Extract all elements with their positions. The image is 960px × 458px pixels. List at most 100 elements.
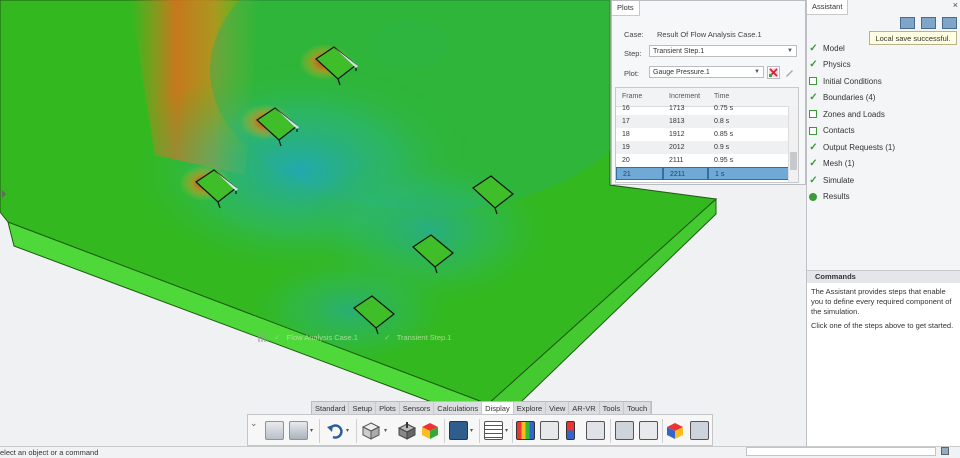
- step-label: Output Requests (1): [823, 142, 896, 152]
- frames-table: Frame Increment Time 16 1713 0.75 s 17 1813…: [615, 87, 799, 183]
- step-label: Results: [823, 192, 850, 202]
- tab-plots[interactable]: Plots: [376, 402, 400, 414]
- tab-display[interactable]: Display: [482, 402, 514, 414]
- checkbox-icon: [809, 110, 817, 119]
- step-initial-conditions[interactable]: Initial Conditions: [809, 73, 959, 90]
- step-simulate[interactable]: ✓ Simulate: [809, 172, 959, 189]
- step-output-requests[interactable]: ✓ Output Requests (1): [809, 139, 959, 156]
- step-physics[interactable]: ✓ Physics: [809, 57, 959, 74]
- chevron-down-icon[interactable]: ▾: [505, 427, 508, 434]
- commands-title: Commands: [807, 271, 960, 283]
- check-icon: ✓: [809, 59, 818, 71]
- assistant-panel: Assistant × ✓ Model ✓ Physics Initial Cond…: [806, 0, 960, 447]
- tab-calculations[interactable]: Calculations: [434, 402, 483, 414]
- frame-cell: 20: [622, 157, 630, 164]
- render-icon[interactable]: [397, 421, 417, 440]
- scrollbar-thumb[interactable]: [790, 152, 797, 170]
- step-label: Initial Conditions: [823, 76, 882, 86]
- tab-explore[interactable]: Explore: [514, 402, 547, 414]
- legend-bar-icon[interactable]: [566, 421, 575, 440]
- step-boundaries[interactable]: ✓ Boundaries (4): [809, 90, 959, 107]
- increment-cell: 2012: [669, 144, 685, 151]
- plot-label: Plot:: [624, 69, 640, 78]
- camera-icon[interactable]: [615, 421, 634, 440]
- contour-plot-icon[interactable]: [516, 421, 535, 440]
- tab-setup[interactable]: Setup: [349, 402, 377, 414]
- list-view-icon[interactable]: [900, 17, 915, 29]
- check-icon: ✓: [809, 141, 818, 153]
- step-label: Boundaries (4): [823, 93, 876, 103]
- increment-cell: 1813: [669, 118, 685, 125]
- step-results[interactable]: Results: [809, 189, 959, 206]
- share-icon[interactable]: [942, 17, 957, 29]
- table-row[interactable]: 16 1713 0.75 s: [616, 102, 798, 115]
- case-label: Case:: [624, 30, 644, 39]
- increment-cell: 1912: [669, 131, 685, 138]
- shading-icon[interactable]: [421, 421, 440, 440]
- sensor-icon[interactable]: [639, 421, 658, 440]
- copy-icon[interactable]: [265, 421, 284, 440]
- step-select[interactable]: Transient Step.1 ▼: [649, 45, 797, 57]
- separator: [610, 419, 611, 443]
- separator: [444, 419, 445, 443]
- chevron-down-icon[interactable]: ▾: [310, 427, 313, 434]
- plot-options-button[interactable]: [767, 66, 780, 79]
- material-icon[interactable]: [666, 421, 685, 440]
- step-contacts[interactable]: Contacts: [809, 123, 959, 140]
- edit-plot-button[interactable]: [783, 66, 796, 79]
- increment-cell: 1713: [669, 105, 685, 112]
- step-select-value: Transient Step.1: [653, 48, 705, 55]
- table-row[interactable]: 20 2111 0.95 s: [616, 154, 798, 167]
- step-label: Zones and Loads: [823, 109, 885, 119]
- step-zones-and-loads[interactable]: Zones and Loads: [809, 106, 959, 123]
- table-row-selected[interactable]: 21 2211 1 s: [616, 167, 798, 180]
- model-tree-labels: ✓ Flow Analysis Case.1 ✓ Transient Step.…: [258, 333, 451, 342]
- tab-view[interactable]: View: [546, 402, 570, 414]
- view-cube-icon[interactable]: [361, 421, 381, 440]
- chevron-down-icon[interactable]: ⌄: [250, 418, 258, 429]
- grid-layout-icon[interactable]: [540, 421, 559, 440]
- chevron-down-icon[interactable]: ▾: [346, 427, 349, 434]
- checkbox-icon: [809, 126, 817, 135]
- commands-description: The Assistant provides steps that enable…: [811, 287, 952, 316]
- table-row[interactable]: 17 1813 0.8 s: [616, 115, 798, 128]
- assistant-steps: ✓ Model ✓ Physics Initial Conditions ✓ Boun…: [809, 40, 959, 205]
- plot-select[interactable]: Gauge Pressure.1 ▼: [649, 66, 764, 78]
- status-icon[interactable]: [941, 447, 949, 455]
- frame-cell: 21: [616, 167, 663, 180]
- table-row[interactable]: 18 1912 0.85 s: [616, 128, 798, 141]
- tab-ar-vr[interactable]: AR-VR: [569, 402, 600, 414]
- close-icon[interactable]: ×: [953, 0, 958, 10]
- table-row[interactable]: 19 2012 0.9 s: [616, 141, 798, 154]
- checkbox-icon: [809, 77, 817, 86]
- transient-step-label: Transient Step.1: [396, 333, 452, 342]
- assistant-tab[interactable]: Assistant: [807, 0, 849, 15]
- paste-icon[interactable]: [289, 421, 308, 440]
- command-input[interactable]: [746, 447, 936, 456]
- save-icon[interactable]: [921, 17, 936, 29]
- tab-sensors[interactable]: Sensors: [400, 402, 435, 414]
- commands-hint: Click one of the steps above to get star…: [811, 321, 954, 330]
- tab-tools[interactable]: Tools: [600, 402, 625, 414]
- frame-cell: 18: [622, 131, 630, 138]
- chevron-down-icon[interactable]: ▾: [470, 427, 473, 434]
- step-label: Model: [823, 43, 845, 53]
- tab-standard[interactable]: Standard: [312, 402, 350, 414]
- separator: [512, 419, 513, 443]
- display-window-icon[interactable]: [449, 421, 468, 440]
- separator: [319, 419, 320, 443]
- step-mesh[interactable]: ✓ Mesh (1): [809, 156, 959, 173]
- chevron-down-icon[interactable]: ▾: [384, 427, 387, 434]
- undo-icon[interactable]: [325, 421, 344, 440]
- plots-tab[interactable]: Plots: [612, 1, 640, 16]
- check-icon: ✓: [809, 42, 818, 54]
- assistant-toolbar: [900, 17, 957, 29]
- tab-touch[interactable]: Touch: [624, 402, 652, 414]
- time-cell: 0.8 s: [714, 118, 730, 125]
- probe-icon[interactable]: [586, 421, 605, 440]
- table-scrollbar[interactable]: [788, 106, 798, 182]
- image-settings-icon[interactable]: [690, 421, 709, 440]
- frame-cell: 17: [622, 118, 630, 125]
- pencil-icon: [786, 70, 793, 77]
- table-view-icon[interactable]: [484, 421, 503, 440]
